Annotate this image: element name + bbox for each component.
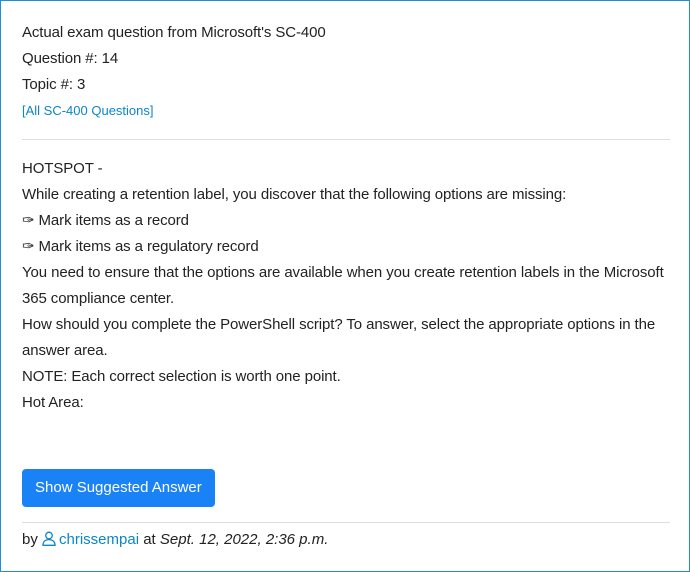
exam-title: Actual exam question from Microsoft's SC…: [22, 24, 326, 41]
hot-area-label: Hot Area:: [22, 394, 84, 411]
question-intro: While creating a retention label, you di…: [22, 186, 567, 203]
question-card: Actual exam question from Microsoft's SC…: [0, 0, 690, 572]
question-requirement: You need to ensure that the options are …: [22, 264, 664, 307]
at-label: at: [143, 531, 156, 548]
footer-divider: [22, 522, 670, 523]
question-note: NOTE: Each correct selection is worth on…: [22, 368, 341, 385]
by-label: by: [22, 531, 38, 548]
question-footer: by chrissempai at Sept. 12, 2022, 2:36 p…: [22, 528, 328, 552]
option-item: ✑ Mark items as a record: [22, 212, 189, 229]
author-username: chrissempai: [59, 531, 140, 548]
question-number: Question #: 14: [22, 50, 119, 67]
option-item: ✑ Mark items as a regulatory record: [22, 238, 259, 255]
header-divider: [22, 139, 670, 140]
show-suggested-answer-button[interactable]: Show Suggested Answer: [22, 469, 215, 507]
question-type-label: HOTSPOT -: [22, 160, 103, 177]
question-header: Actual exam question from Microsoft's SC…: [22, 20, 672, 124]
author-link[interactable]: chrissempai: [42, 531, 139, 548]
question-body: HOTSPOT - While creating a retention lab…: [22, 156, 672, 416]
user-icon: [42, 531, 56, 546]
question-instruction: How should you complete the PowerShell s…: [22, 316, 656, 359]
post-date: Sept. 12, 2022, 2:36 p.m.: [159, 531, 329, 548]
all-questions-link[interactable]: [All SC-400 Questions]: [22, 98, 154, 124]
topic-number: Topic #: 3: [22, 76, 86, 93]
